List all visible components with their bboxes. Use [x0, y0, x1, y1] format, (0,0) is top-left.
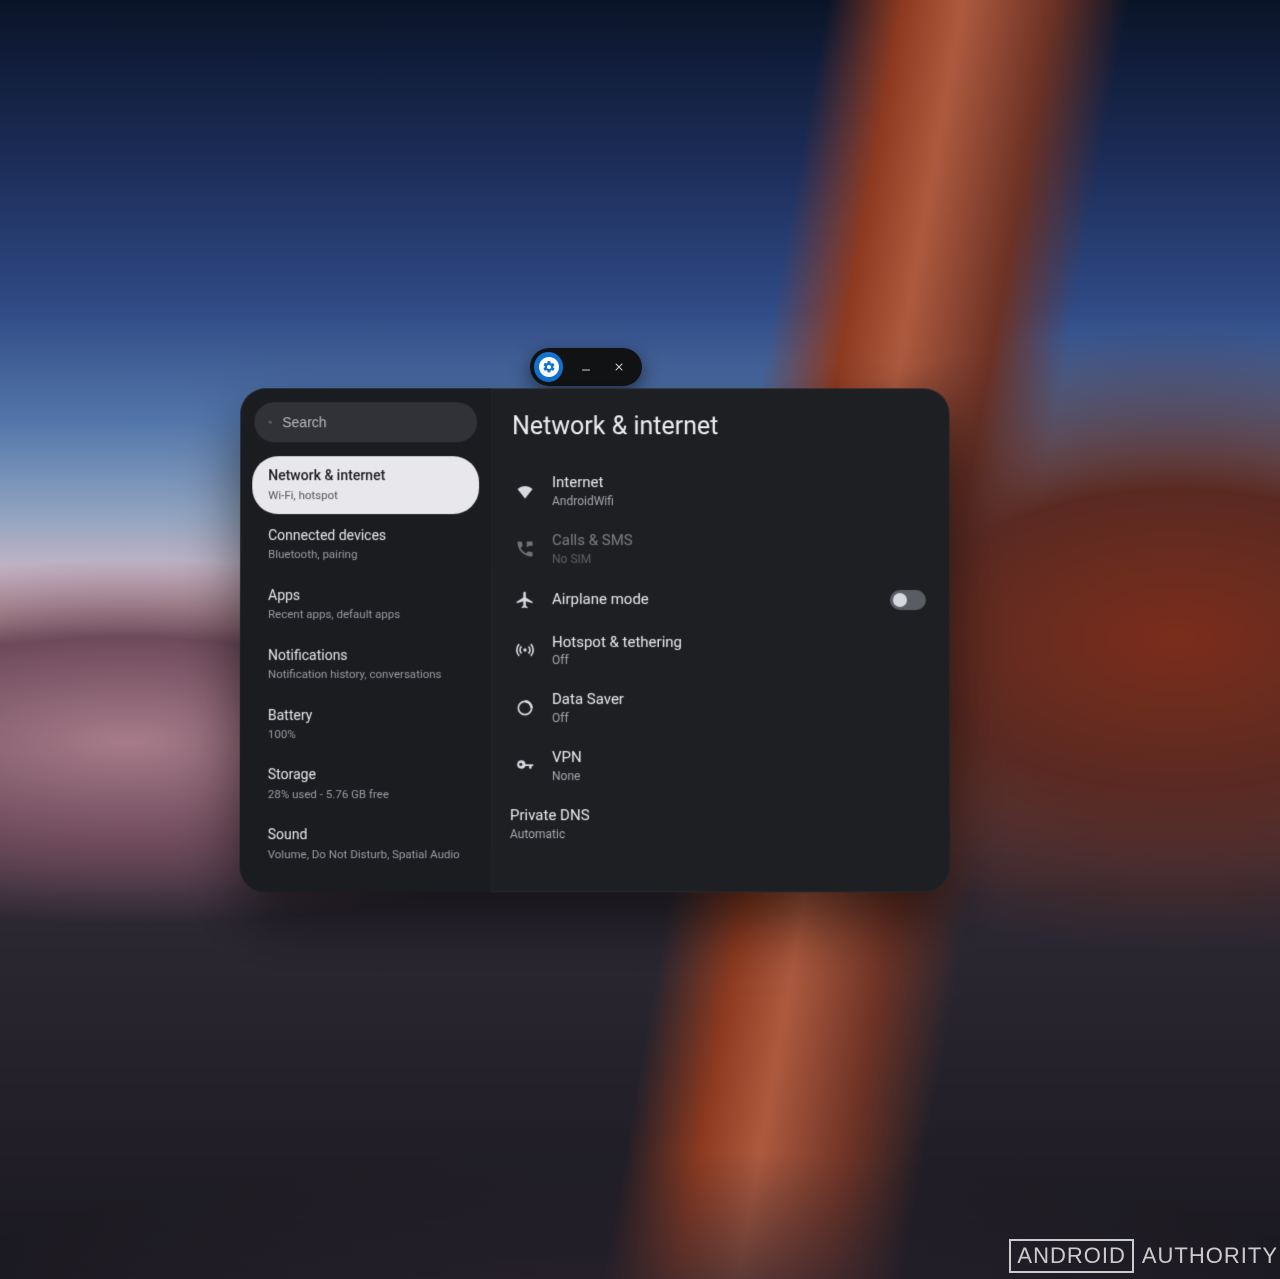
setting-subtitle: AndroidWifi: [552, 494, 926, 509]
setting-vpn[interactable]: VPN None: [510, 740, 930, 792]
sidebar-item-network-internet[interactable]: Network & internet Wi-Fi, hotspot: [252, 456, 479, 514]
setting-airplane-mode[interactable]: Airplane mode: [510, 581, 930, 619]
setting-title: Private DNS: [510, 806, 926, 825]
sidebar-item-subtitle: Bluetooth, pairing: [268, 547, 463, 561]
watermark: ANDROID AUTHORITY: [1009, 1239, 1278, 1273]
sidebar-item-subtitle: Notification history, conversations: [268, 667, 463, 681]
sidebar-item-sound[interactable]: Sound Volume, Do Not Disturb, Spatial Au…: [252, 815, 479, 873]
sidebar-item-connected-devices[interactable]: Connected devices Bluetooth, pairing: [252, 516, 479, 574]
setting-subtitle: Off: [552, 711, 926, 726]
setting-private-dns[interactable]: Private DNS Automatic: [510, 798, 930, 850]
sidebar-item-label: Notifications: [268, 648, 463, 666]
airplane-mode-toggle[interactable]: [890, 590, 926, 610]
setting-subtitle: Automatic: [510, 827, 926, 842]
setting-title: Data Saver: [552, 690, 926, 709]
settings-category-list: Network & internet Wi-Fi, hotspot Connec…: [252, 456, 479, 873]
sidebar-item-subtitle: 100%: [268, 727, 463, 741]
sidebar-item-apps[interactable]: Apps Recent apps, default apps: [252, 576, 479, 634]
setting-title: Internet: [552, 473, 926, 492]
window-controls-pill: [530, 348, 642, 386]
minimize-icon: [580, 361, 592, 373]
sidebar-item-label: Sound: [268, 827, 463, 845]
setting-data-saver[interactable]: Data Saver Off: [510, 682, 930, 734]
settings-item-list: Internet AndroidWifi Calls & SMS No SIM: [510, 465, 930, 850]
phone-sms-icon: [514, 538, 536, 560]
hotspot-icon: [514, 639, 536, 661]
vpn-key-icon: [514, 755, 536, 777]
sidebar-item-subtitle: 28% used - 5.76 GB free: [268, 787, 463, 801]
sidebar-item-label: Storage: [268, 767, 463, 785]
setting-title: Hotspot & tethering: [552, 633, 926, 652]
sidebar-item-label: Battery: [268, 708, 463, 726]
sidebar-item-label: Apps: [268, 588, 463, 605]
setting-title: Airplane mode: [552, 590, 874, 609]
close-button[interactable]: [609, 356, 630, 378]
settings-app-icon: [534, 352, 563, 382]
settings-detail-pane: Network & internet Internet AndroidWifi …: [492, 388, 951, 892]
sidebar-item-subtitle: Volume, Do Not Disturb, Spatial Audio: [268, 847, 463, 861]
setting-title: Calls & SMS: [552, 531, 926, 550]
setting-subtitle: Off: [552, 653, 926, 668]
setting-internet[interactable]: Internet AndroidWifi: [510, 465, 930, 517]
watermark-text: AUTHORITY: [1142, 1243, 1278, 1269]
minimize-button[interactable]: [575, 356, 596, 378]
search-input[interactable]: [282, 414, 463, 430]
settings-sidebar: Network & internet Wi-Fi, hotspot Connec…: [240, 388, 493, 892]
data-saver-icon: [514, 697, 536, 719]
sidebar-item-label: Connected devices: [268, 528, 463, 545]
airplane-icon: [514, 589, 536, 611]
gear-icon: [542, 360, 556, 374]
sidebar-item-subtitle: Wi-Fi, hotspot: [268, 488, 463, 502]
setting-subtitle: None: [552, 769, 926, 784]
wifi-icon: [514, 480, 536, 502]
sidebar-item-storage[interactable]: Storage 28% used - 5.76 GB free: [252, 755, 479, 813]
setting-hotspot-tethering[interactable]: Hotspot & tethering Off: [510, 625, 930, 677]
sidebar-item-notifications[interactable]: Notifications Notification history, conv…: [252, 636, 479, 694]
page-title: Network & internet: [512, 412, 930, 441]
settings-window: Network & internet Wi-Fi, hotspot Connec…: [240, 388, 951, 892]
watermark-boxed: ANDROID: [1009, 1239, 1133, 1273]
search-field[interactable]: [254, 402, 477, 442]
sidebar-item-battery[interactable]: Battery 100%: [252, 696, 479, 754]
setting-title: VPN: [552, 748, 926, 767]
search-icon: [268, 414, 272, 430]
setting-subtitle: No SIM: [552, 552, 926, 567]
sidebar-item-label: Network & internet: [268, 468, 463, 485]
setting-calls-sms: Calls & SMS No SIM: [510, 523, 930, 575]
toggle-knob: [893, 593, 907, 607]
sidebar-item-subtitle: Recent apps, default apps: [268, 607, 463, 621]
close-icon: [613, 361, 625, 373]
